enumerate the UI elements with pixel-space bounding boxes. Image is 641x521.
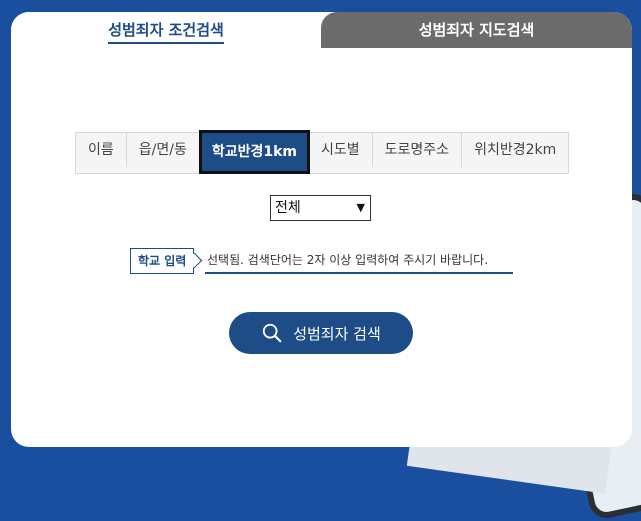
tab-condition-search[interactable]: 성범죄자 조건검색 — [11, 12, 321, 48]
tab-condition-search-label: 성범죄자 조건검색 — [108, 18, 224, 44]
school-input-label-text: 학교 입력 — [138, 254, 187, 268]
filter-town[interactable]: 읍/면/동 — [127, 133, 200, 167]
filter-province[interactable]: 시도별 — [309, 133, 373, 167]
search-button[interactable]: 성범죄자 검색 — [229, 312, 413, 354]
tab-map-search-label: 성범죄자 지도검색 — [418, 21, 535, 39]
chevron-down-icon: ▼ — [356, 201, 365, 214]
search-panel: 성범죄자 조건검색 성범죄자 지도검색 이름 읍/면/동 학교반경1km 시도별… — [11, 12, 632, 447]
search-type-filters: 이름 읍/면/동 학교반경1km 시도별 도로명주소 위치반경2km — [75, 130, 570, 174]
filter-name[interactable]: 이름 — [76, 133, 127, 167]
tab-map-search[interactable]: 성범죄자 지도검색 — [321, 12, 632, 48]
region-select-value: 전체 — [275, 200, 301, 216]
filter-school-radius[interactable]: 학교반경1km — [198, 130, 311, 174]
filter-location-radius[interactable]: 위치반경2km — [462, 133, 568, 167]
school-input-label: 학교 입력 — [130, 248, 195, 274]
region-select[interactable]: 전체 ▼ — [270, 195, 371, 221]
filter-road-address[interactable]: 도로명주소 — [373, 133, 463, 167]
school-input[interactable] — [205, 248, 513, 274]
search-button-label: 성범죄자 검색 — [293, 324, 381, 343]
search-icon — [263, 323, 282, 343]
